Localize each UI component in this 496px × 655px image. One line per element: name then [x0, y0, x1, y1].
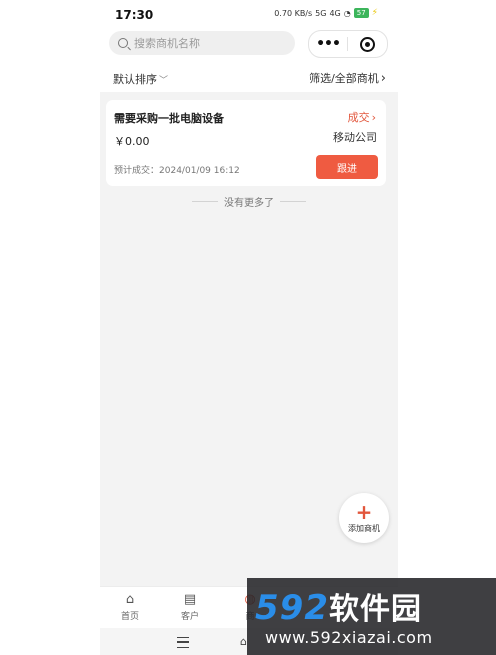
- signal-type: 4G: [329, 8, 341, 18]
- expected-close: 预计成交：2024/01/09 16:12: [114, 166, 240, 176]
- search-icon: [118, 38, 128, 48]
- filter-bar: 默认排序 ﹀ 筛选/全部商机 ›: [100, 58, 398, 92]
- net-speed: 0.70 KB/s: [274, 8, 313, 18]
- sort-dropdown[interactable]: 默认排序 ﹀: [113, 71, 168, 87]
- search-input[interactable]: 搜索商机名称: [109, 31, 295, 55]
- plus-icon: +: [355, 499, 373, 524]
- opportunity-status[interactable]: 成交 ›: [348, 109, 376, 125]
- menu-icon[interactable]: [177, 637, 189, 648]
- expected-close-label: 预计成交: [114, 166, 151, 176]
- expected-close-date: 2024/01/09 16:12: [159, 166, 240, 176]
- chevron-down-icon: ﹀: [159, 75, 169, 86]
- opportunity-amount: ￥0.00: [114, 135, 150, 148]
- chevron-right-icon: ›: [371, 110, 376, 124]
- status-time: 17:30: [115, 8, 154, 22]
- filter-button[interactable]: 筛选/全部商机 ›: [309, 70, 386, 86]
- add-opportunity-label: 添加商机: [348, 523, 380, 533]
- home-icon: ⌂: [125, 592, 135, 607]
- list-end-indicator: 没有更多了: [100, 194, 398, 209]
- charging-icon: ⚡: [371, 8, 378, 18]
- filter-label: 筛选/全部商机: [309, 72, 379, 85]
- wifi-icon: ◔: [343, 8, 351, 18]
- nav-home-icon[interactable]: ⌂: [240, 635, 247, 648]
- watermark-number: 592: [255, 588, 329, 628]
- tab-home[interactable]: ⌂ 首页: [110, 592, 150, 622]
- sort-label: 默认排序: [113, 73, 157, 86]
- opportunity-card[interactable]: 需要采购一批电脑设备 成交 › ￥0.00 移动公司 预计成交：2024/01/…: [106, 100, 386, 186]
- network-type: 5G: [315, 8, 327, 18]
- watermark-brand-text: 软件园: [328, 592, 422, 627]
- status-bar: 17:30 0.70 KB/s 5G 4G ◔ 57 ⚡: [100, 0, 398, 30]
- add-opportunity-button[interactable]: + 添加商机: [339, 493, 389, 543]
- tab-customer[interactable]: ▤ 客户: [170, 592, 210, 622]
- tab-customer-label: 客户: [180, 612, 199, 622]
- status-icons: 0.70 KB/s 5G 4G ◔ 57 ⚡: [274, 8, 378, 18]
- watermark-url: www.592xiazai.com: [265, 628, 433, 647]
- divider-line: [192, 201, 218, 202]
- mini-program-capsule: •••: [308, 30, 388, 58]
- top-bar: 搜索商机名称 •••: [100, 30, 398, 58]
- close-circle-icon[interactable]: [348, 36, 386, 52]
- watermark-logo: 592软件园: [255, 584, 422, 628]
- watermark: 592软件园 www.592xiazai.com: [247, 578, 496, 655]
- battery-icon: 57: [353, 8, 369, 18]
- opportunity-title: 需要采购一批电脑设备: [114, 112, 224, 125]
- tab-home-label: 首页: [120, 612, 139, 622]
- search-placeholder: 搜索商机名称: [134, 37, 200, 50]
- customer-icon: ▤: [183, 592, 197, 607]
- chevron-right-icon: ›: [380, 70, 386, 86]
- app-screen: 17:30 0.70 KB/s 5G 4G ◔ 57 ⚡ 搜索商机名称 ••• …: [100, 0, 398, 655]
- divider-line: [280, 201, 306, 202]
- status-label: 成交: [347, 111, 370, 124]
- list-footer-text: 没有更多了: [224, 198, 274, 209]
- follow-up-button[interactable]: 跟进: [316, 155, 378, 179]
- opportunity-company: 移动公司: [333, 131, 377, 144]
- more-icon[interactable]: •••: [309, 36, 347, 52]
